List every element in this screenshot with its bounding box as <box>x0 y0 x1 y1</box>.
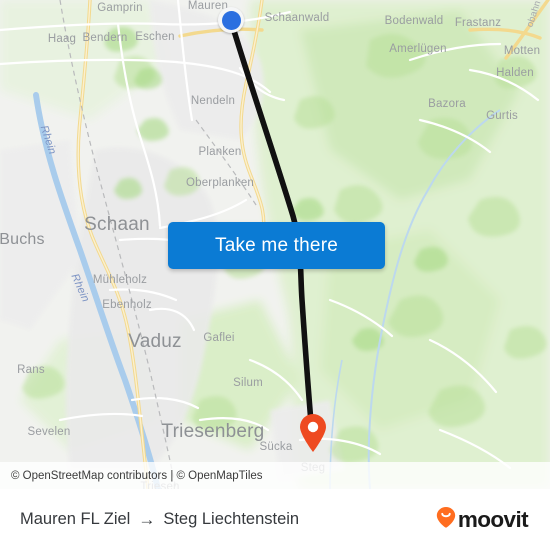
route-origin-label: Mauren FL Ziel <box>20 510 131 528</box>
route-summary: Mauren FL Ziel → Steg Liechtenstein <box>20 510 299 530</box>
origin-marker[interactable] <box>218 7 244 33</box>
route-destination-label: Steg Liechtenstein <box>163 510 300 528</box>
moovit-route-card: Gamprin Mauren Schaanwald Bodenwald Frastanz… <box>0 0 550 550</box>
map-attribution-text: © OpenStreetMap contributors | © OpenMap… <box>11 469 263 482</box>
arrow-right-icon: → <box>138 509 156 529</box>
take-me-there-button[interactable]: Take me there <box>168 222 385 269</box>
moovit-logo[interactable]: moovit <box>436 506 529 533</box>
moovit-pin-icon <box>436 506 456 533</box>
map-attribution[interactable]: © OpenStreetMap contributors | © OpenMap… <box>0 462 550 489</box>
footer-bar: Mauren FL Ziel → Steg Liechtenstein moov… <box>0 489 550 550</box>
moovit-wordmark: moovit <box>457 506 529 532</box>
destination-marker[interactable] <box>298 413 328 453</box>
origin-marker-dot <box>221 10 241 30</box>
map-canvas[interactable]: Gamprin Mauren Schaanwald Bodenwald Frastanz… <box>0 0 550 489</box>
take-me-there-label: Take me there <box>215 234 338 256</box>
